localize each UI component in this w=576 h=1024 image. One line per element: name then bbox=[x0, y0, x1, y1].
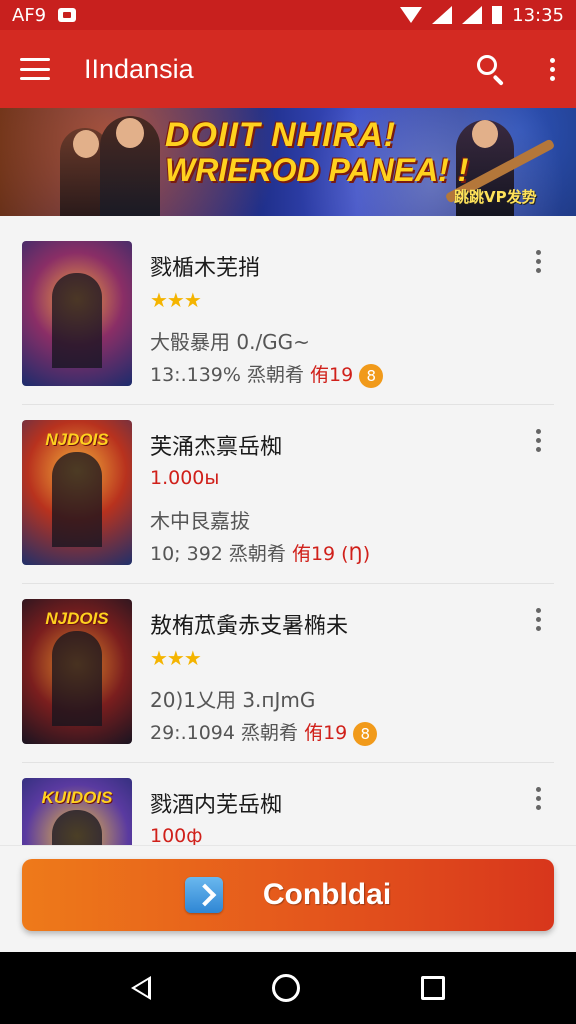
item-subtitle: 大骰暴用 0./GG~ bbox=[150, 330, 310, 354]
item-price: 100ф bbox=[150, 825, 203, 845]
status-time: 13:35 bbox=[512, 4, 564, 26]
item-meta-red: 侑19 bbox=[304, 722, 348, 744]
app-title: IIndansia bbox=[84, 53, 194, 84]
item-meta: 13:.139% 烝朝肴 侑19 8 bbox=[150, 360, 384, 388]
item-meta-red: 侑19 (Ŋ) bbox=[291, 543, 371, 565]
rating-stars: ★★★ bbox=[150, 646, 202, 670]
list-item[interactable]: NJDOIS 芙涌杰禀岳椥 1.000ы 木中艮嘉拔 10; 392 烝朝肴 侑… bbox=[22, 405, 554, 584]
app-thumbnail: NJDOIS bbox=[22, 420, 132, 565]
item-title: 戮楯木芜捎 bbox=[150, 256, 261, 281]
item-overflow-icon[interactable] bbox=[532, 250, 544, 273]
app-bar: IIndansia bbox=[0, 30, 576, 108]
app-list: 戮楯木芜捎 ★★★ 大骰暴用 0./GG~ 13:.139% 烝朝肴 侑19 8 … bbox=[22, 226, 554, 845]
system-nav-bar bbox=[0, 952, 576, 1024]
coin-badge: 8 bbox=[359, 363, 384, 388]
banner-character-1-head bbox=[73, 130, 99, 158]
home-icon[interactable] bbox=[271, 974, 300, 1002]
banner-line-1: DOIIT NHIRA! bbox=[165, 116, 397, 154]
download-button[interactable]: Conbldai bbox=[22, 859, 554, 931]
item-title: 敖栯苽夤赤支暑椭未 bbox=[150, 614, 349, 639]
banner-tag: 跳跳VP发势 bbox=[454, 188, 537, 206]
battery-icon bbox=[492, 6, 503, 24]
wifi-icon bbox=[400, 7, 423, 23]
app-thumbnail: NJDOIS bbox=[22, 599, 132, 744]
banner-character-2-head bbox=[116, 118, 144, 148]
download-button-label: Conbldai bbox=[262, 878, 392, 911]
item-subtitle: 20)1乂用 3.пJmG bbox=[150, 688, 316, 712]
item-meta: 10; 392 烝朝肴 侑19 (Ŋ) bbox=[150, 539, 370, 566]
app-thumbnail bbox=[22, 241, 132, 386]
item-overflow-icon[interactable] bbox=[532, 429, 544, 452]
coin-badge: 8 bbox=[353, 721, 378, 746]
thumbnail-title: NJDOIS bbox=[45, 430, 109, 449]
thumbnail-title: KUIDOIS bbox=[41, 788, 113, 807]
signal-icon bbox=[432, 6, 453, 24]
banner-headline: DOIIT NHIRA! WRIEROD PANEA! ! bbox=[165, 116, 469, 188]
notification-icon bbox=[58, 8, 77, 22]
item-meta-red: 侑19 bbox=[310, 364, 354, 386]
overflow-menu-icon[interactable] bbox=[548, 57, 556, 81]
signal-icon-2 bbox=[462, 6, 483, 24]
list-item[interactable]: 戮楯木芜捎 ★★★ 大骰暴用 0./GG~ 13:.139% 烝朝肴 侑19 8 bbox=[22, 226, 554, 405]
item-meta: 29:.1094 烝朝肴 侑19 8 bbox=[150, 718, 378, 746]
banner-line-2: WRIEROD PANEA! ! bbox=[165, 151, 469, 188]
item-meta-text: 13:.139% 烝朝肴 bbox=[150, 364, 311, 386]
item-subtitle: 木中艮嘉拔 bbox=[150, 509, 250, 533]
list-item[interactable]: NJDOIS 敖栯苽夤赤支暑椭未 ★★★ 20)1乂用 3.пJmG 29:.1… bbox=[22, 584, 554, 763]
status-bar: AF9 13:35 bbox=[0, 0, 576, 30]
item-meta-text: 10; 392 烝朝肴 bbox=[150, 543, 292, 565]
rating-stars: ★★★ bbox=[150, 288, 202, 312]
app-thumbnail: KUIDOIS bbox=[22, 778, 132, 845]
item-overflow-icon[interactable] bbox=[532, 608, 544, 631]
item-meta-text: 29:.1094 烝朝肴 bbox=[150, 722, 305, 744]
item-title: 芙涌杰禀岳椥 bbox=[150, 435, 283, 460]
carrier-label: AF9 bbox=[12, 4, 47, 26]
hamburger-icon[interactable] bbox=[20, 58, 50, 80]
item-overflow-icon[interactable] bbox=[532, 787, 544, 810]
list-item[interactable]: KUIDOIS 戮酒内芜岳椥 100ф bbox=[22, 763, 554, 845]
recents-icon[interactable] bbox=[421, 976, 446, 1000]
item-title: 戮酒内芜岳椥 bbox=[150, 793, 283, 818]
download-icon bbox=[184, 877, 223, 913]
item-price: 1.000ы bbox=[150, 467, 220, 489]
search-icon[interactable] bbox=[476, 54, 506, 86]
banner-character-3-head bbox=[472, 120, 498, 148]
thumbnail-title: NJDOIS bbox=[45, 609, 109, 628]
back-icon[interactable] bbox=[130, 976, 151, 1000]
